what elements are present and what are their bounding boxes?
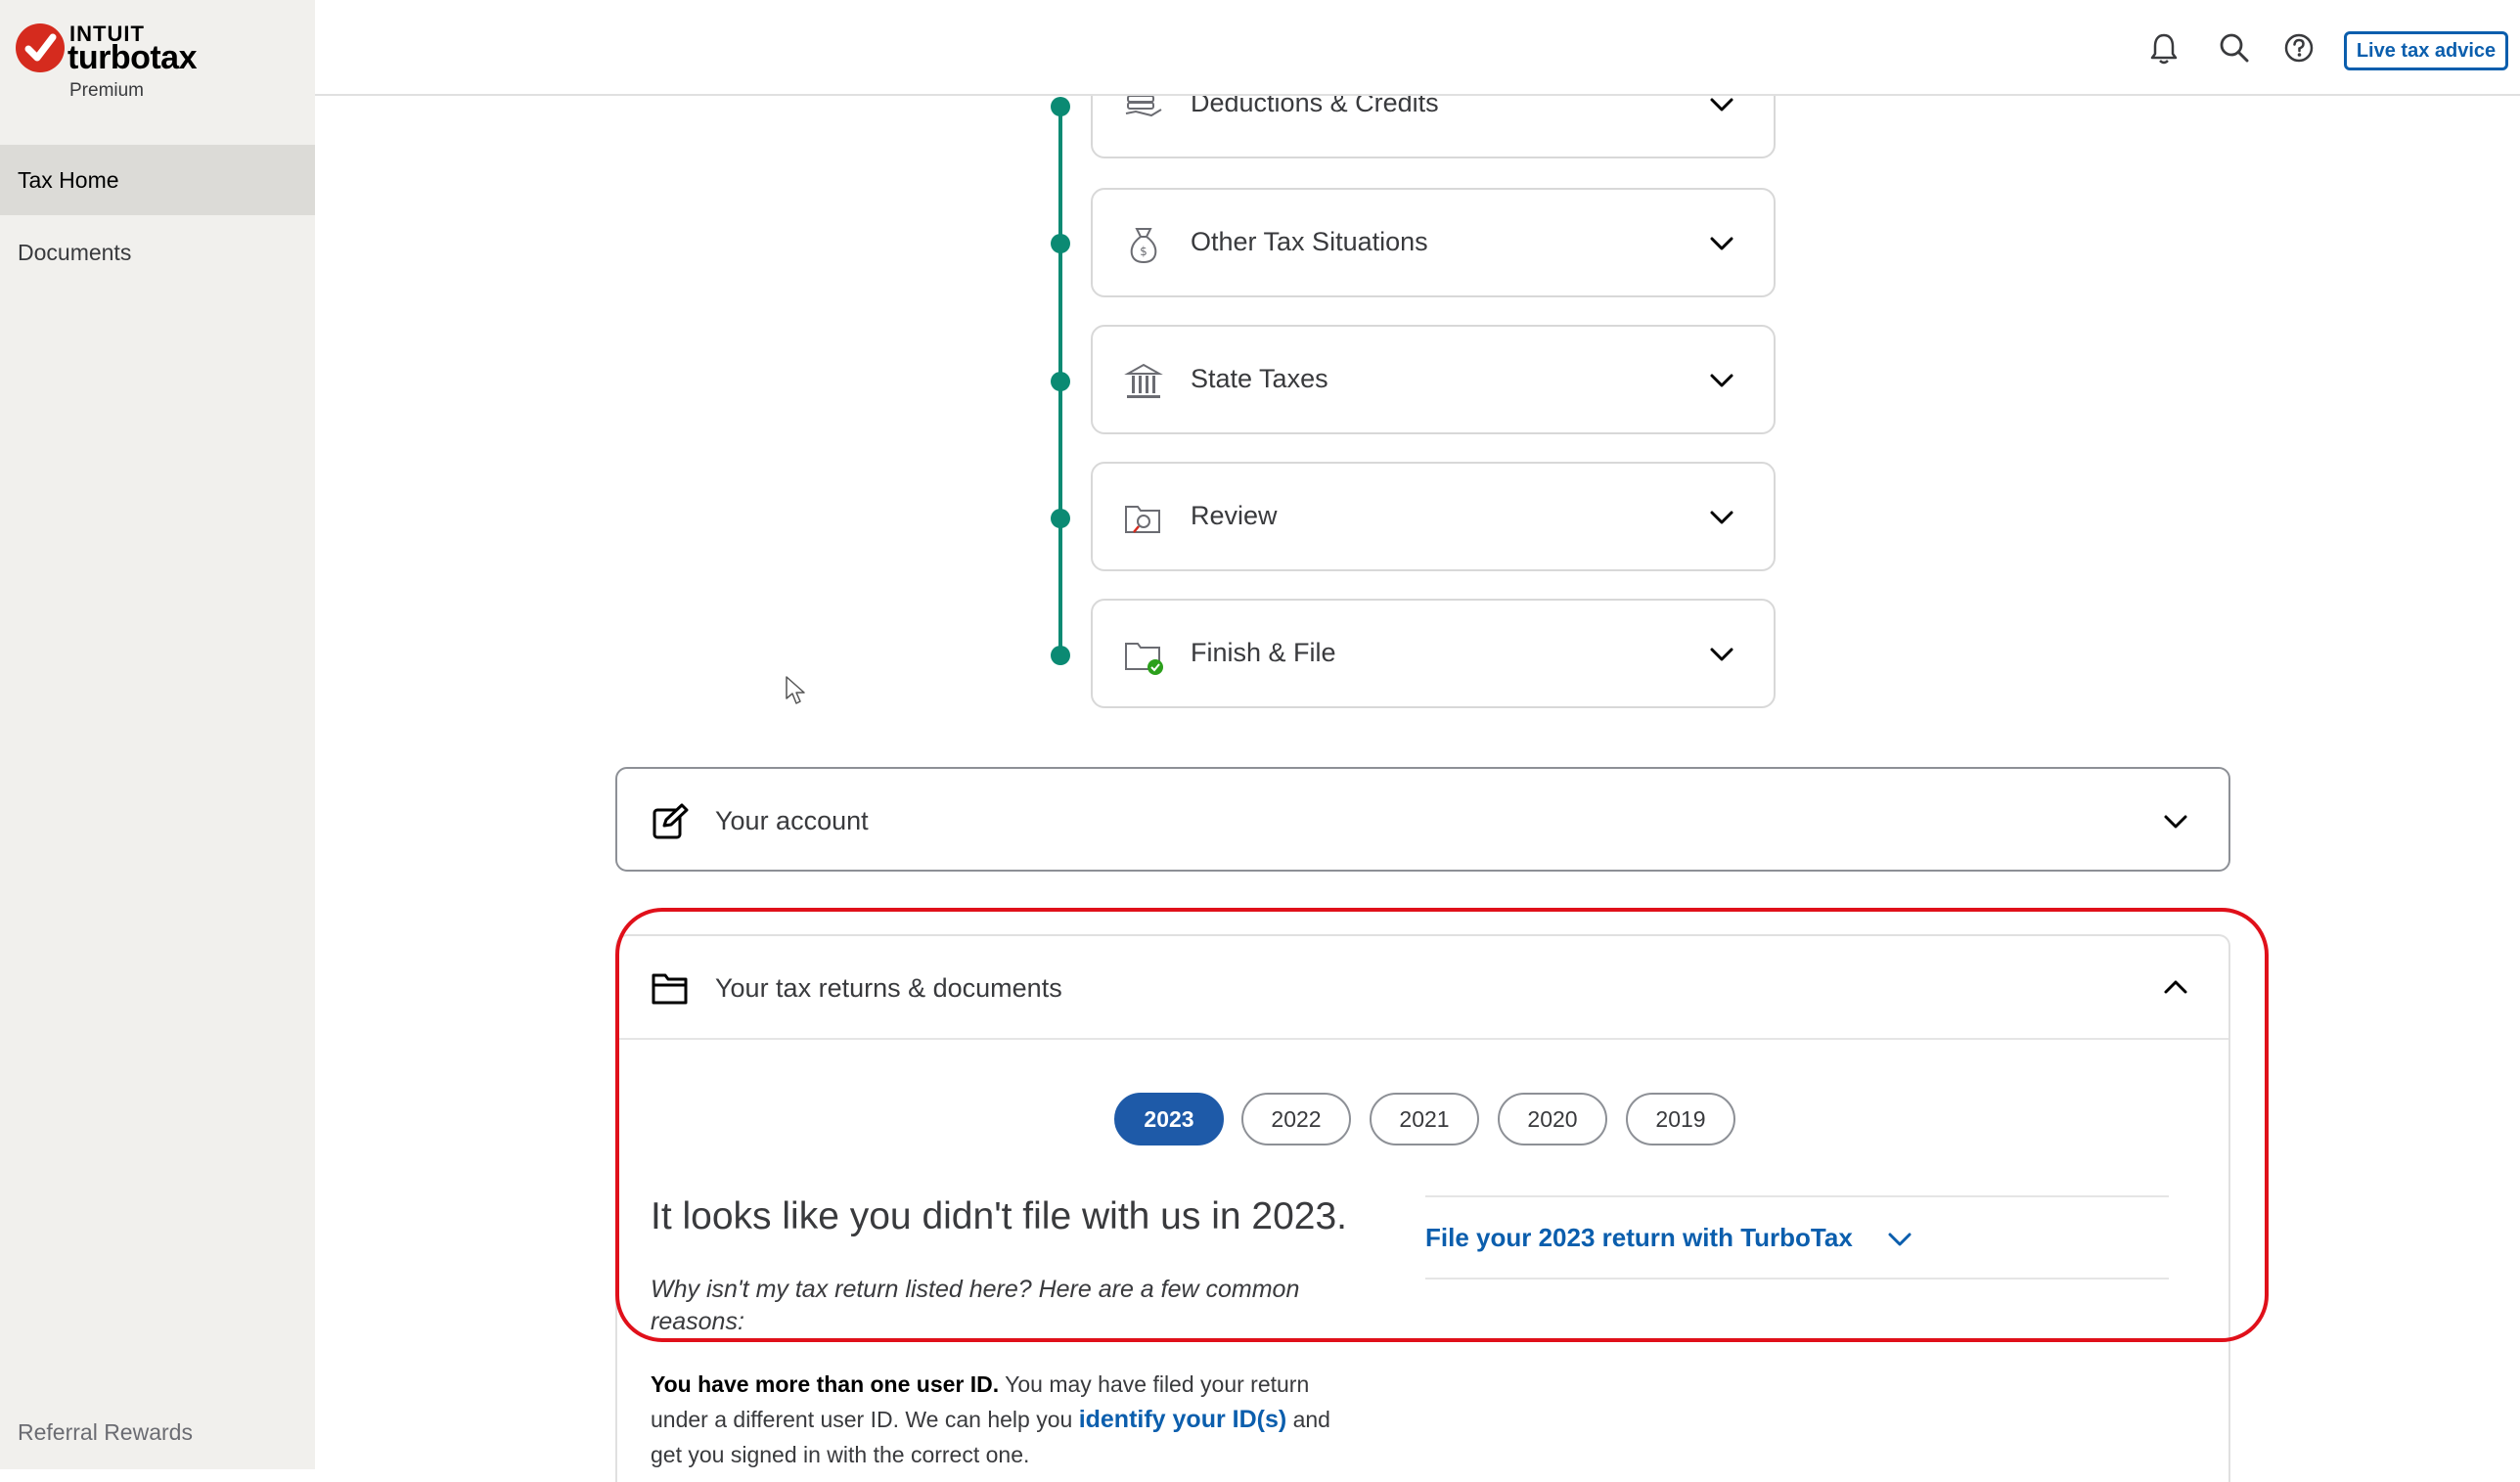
identify-ids-link[interactable]: identify your ID(s) — [1079, 1406, 1287, 1433]
no-return-heading: It looks like you didn't file with us in… — [651, 1195, 1347, 1237]
accordion-label: Your tax returns & documents — [715, 973, 1062, 1003]
edit-icon — [651, 802, 690, 841]
file-return-expander[interactable]: File your 2023 return with TurboTax — [1425, 1195, 2169, 1280]
timeline-dot — [1051, 509, 1070, 528]
step-review[interactable]: Review — [1091, 462, 1776, 571]
sidebar-item-documents[interactable]: Documents — [0, 217, 315, 288]
tax-returns-header[interactable]: Your tax returns & documents — [617, 936, 2228, 1040]
year-tabs: 2023 2022 2021 2020 2019 — [617, 1093, 2228, 1147]
checkmark-logo-icon — [16, 23, 65, 72]
step-finish-file[interactable]: Finish & File — [1091, 599, 1776, 708]
year-tab-2019[interactable]: 2019 — [1626, 1093, 1735, 1145]
chevron-down-icon[interactable] — [1707, 366, 1736, 395]
timeline-dot — [1051, 234, 1070, 253]
chevron-down-icon[interactable] — [1707, 503, 1736, 532]
timeline-dot — [1051, 97, 1070, 116]
timeline-dot — [1051, 372, 1070, 391]
step-label: Other Tax Situations — [1191, 227, 1428, 256]
step-other-tax-situations[interactable]: $ Other Tax Situations — [1091, 188, 1776, 297]
folder-icon — [651, 971, 690, 1007]
why-not-listed-text: Why isn't my tax return listed here? Her… — [651, 1276, 1300, 1335]
multiple-user-id-reason: You have more than one user ID. You may … — [651, 1367, 1355, 1472]
sidebar: INTUIT turbotax Premium Tax Home Documen… — [0, 0, 315, 1469]
finish-folder-icon — [1122, 634, 1165, 677]
chevron-down-icon[interactable] — [1707, 640, 1736, 669]
bell-icon[interactable] — [2144, 29, 2183, 68]
chevron-down-icon[interactable] — [2160, 806, 2191, 837]
year-tab-2020[interactable]: 2020 — [1498, 1093, 1607, 1145]
logo-product-text: turbotax — [68, 39, 198, 76]
step-state-taxes[interactable]: State Taxes — [1091, 325, 1776, 434]
reason-title: You have more than one user ID. — [651, 1371, 1000, 1397]
building-icon — [1122, 360, 1165, 403]
live-tax-advice-button[interactable]: Live tax advice — [2344, 31, 2508, 70]
turbotax-logo[interactable]: INTUIT turbotax Premium — [16, 20, 299, 108]
svg-text:$: $ — [1140, 245, 1148, 258]
sidebar-item-referral-rewards[interactable]: Referral Rewards — [18, 1419, 193, 1446]
chevron-up-icon[interactable] — [2160, 971, 2191, 1003]
year-tab-2023[interactable]: 2023 — [1114, 1093, 1224, 1145]
sidebar-item-tax-home[interactable]: Tax Home — [0, 145, 315, 215]
step-label: Finish & File — [1191, 638, 1336, 667]
step-label: State Taxes — [1191, 364, 1328, 393]
top-header — [315, 0, 2520, 96]
logo-edition-text: Premium — [69, 80, 145, 101]
tax-returns-accordion: Your tax returns & documents 2023 2022 2… — [615, 934, 2230, 1482]
chevron-down-icon[interactable] — [1707, 229, 1736, 258]
chevron-down-icon[interactable] — [1885, 1225, 1914, 1254]
file-return-link[interactable]: File your 2023 return with TurboTax — [1425, 1223, 1853, 1253]
your-account-accordion[interactable]: Your account — [615, 767, 2230, 872]
help-icon[interactable] — [2279, 29, 2318, 68]
mouse-cursor-icon — [785, 675, 806, 706]
timeline-dot — [1051, 646, 1070, 665]
step-label: Review — [1191, 501, 1278, 530]
year-tab-2021[interactable]: 2021 — [1370, 1093, 1479, 1145]
search-icon[interactable] — [2215, 29, 2254, 68]
year-tab-2022[interactable]: 2022 — [1241, 1093, 1351, 1145]
money-bag-icon: $ — [1122, 223, 1165, 266]
accordion-label: Your account — [715, 806, 869, 835]
review-folder-icon — [1122, 497, 1165, 540]
